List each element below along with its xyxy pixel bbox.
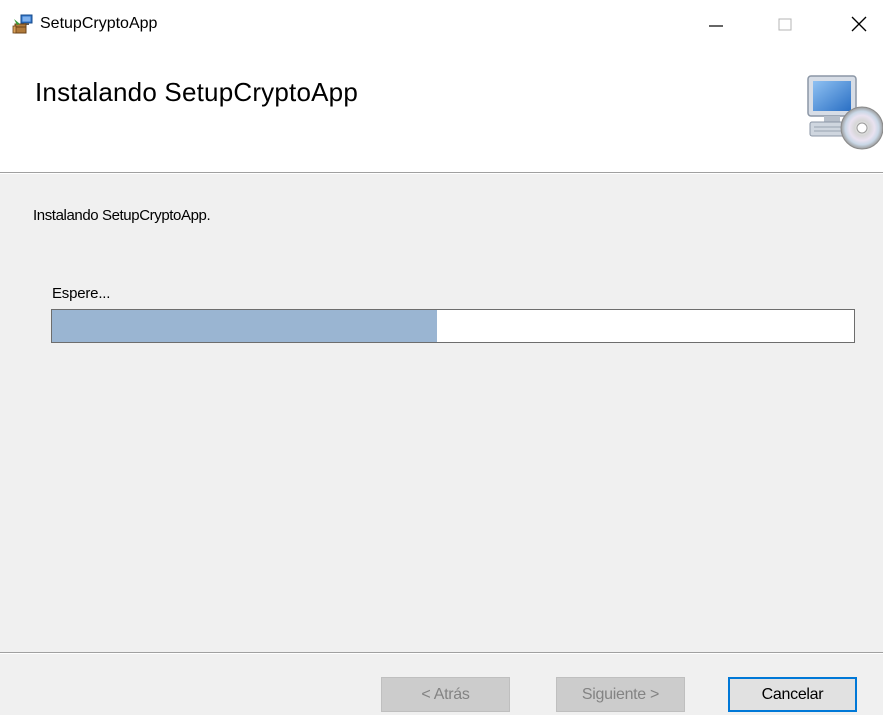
wizard-footer: < Atrás Siguiente > Cancelar <box>0 654 883 715</box>
minimize-button[interactable] <box>693 0 739 52</box>
title-bar: SetupCryptoApp <box>0 0 883 52</box>
maximize-icon <box>777 16 793 37</box>
installer-icon <box>12 13 34 35</box>
progress-bar-fill <box>52 310 437 342</box>
cancel-button[interactable]: Cancelar <box>728 677 857 712</box>
close-icon <box>850 15 868 38</box>
next-button[interactable]: Siguiente > <box>556 677 685 712</box>
progress-bar <box>51 309 855 343</box>
maximize-button[interactable] <box>762 0 808 52</box>
computer-cd-icon <box>804 72 883 154</box>
close-button[interactable] <box>836 0 882 52</box>
minimize-icon <box>708 16 724 37</box>
window-title: SetupCryptoApp <box>40 15 158 32</box>
wizard-body: Instalando SetupCryptoApp. Espere... <box>0 174 883 652</box>
status-text: Instalando SetupCryptoApp. <box>33 207 211 224</box>
wait-label: Espere... <box>52 285 111 302</box>
back-button[interactable]: < Atrás <box>381 677 510 712</box>
wizard-header: Instalando SetupCryptoApp <box>0 52 883 172</box>
page-title: Instalando SetupCryptoApp <box>35 77 358 107</box>
